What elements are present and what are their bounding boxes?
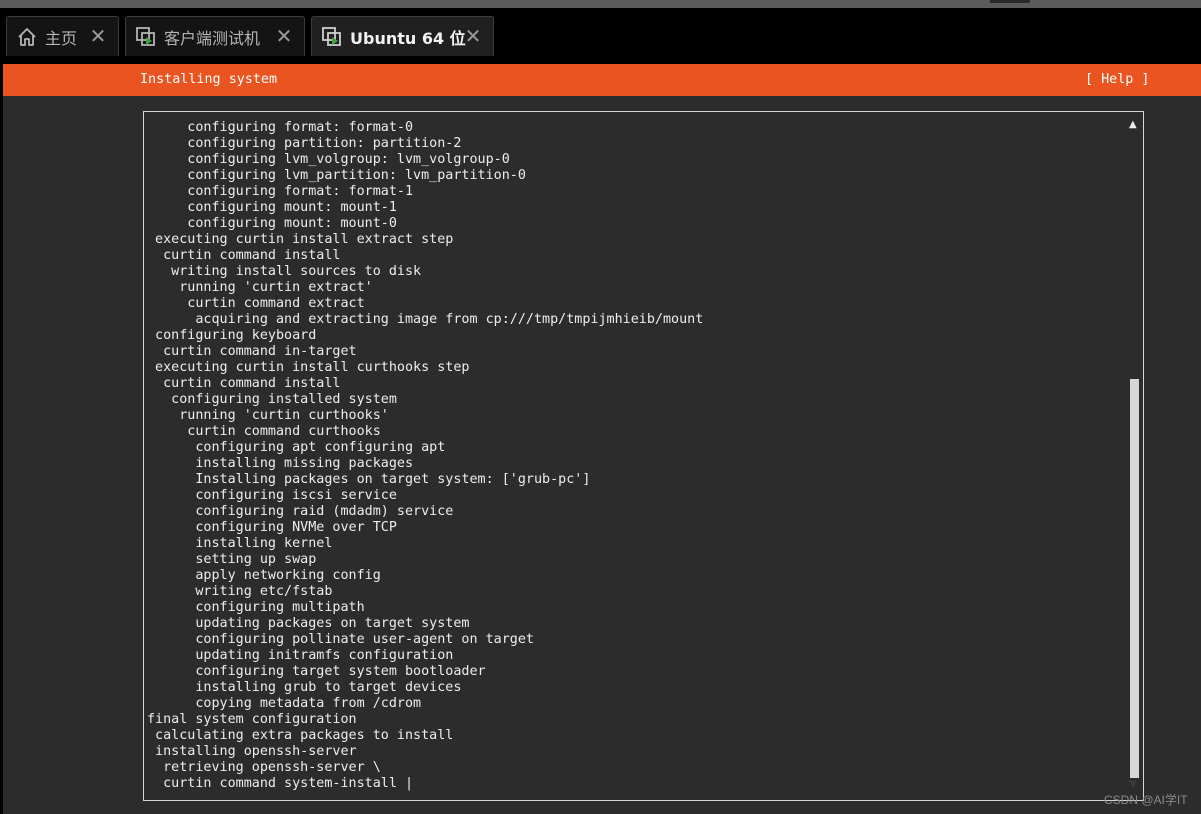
window-top-strip <box>0 0 1201 8</box>
log-line: final system configuration <box>147 712 357 727</box>
vm-running-icon <box>320 25 344 49</box>
close-icon[interactable]: ✕ <box>274 26 294 46</box>
help-button[interactable]: [ Help ] <box>1085 72 1150 87</box>
tab-ubuntu-64[interactable]: Ubuntu 64 位 ✕ <box>311 16 494 56</box>
log-line: configuring raid (mdadm) service <box>147 504 454 519</box>
tab-bar: 主页 ✕ 客户端测试机 ✕ Ubuntu 64 位 ✕ <box>0 8 1201 64</box>
log-line: curtin command extract <box>147 296 365 311</box>
log-line: configuring NVMe over TCP <box>147 520 397 535</box>
log-line: curtin command install <box>147 248 341 263</box>
log-line: executing curtin install extract step <box>147 232 454 247</box>
log-line: configuring format: format-1 <box>147 184 414 199</box>
log-line: running 'curtin extract' <box>147 280 373 295</box>
tab-home-label: 主页 <box>45 28 78 48</box>
log-line: configuring format: format-0 <box>147 120 414 135</box>
log-line: configuring partition: partition-2 <box>147 136 462 151</box>
installer-header: Installing system [ Help ] <box>3 64 1201 96</box>
log-line: updating packages on target system <box>147 616 470 631</box>
log-line: Installing packages on target system: ['… <box>147 472 591 487</box>
log-line: configuring iscsi service <box>147 488 397 503</box>
log-line: installing openssh-server <box>147 744 357 759</box>
tab-home[interactable]: 主页 ✕ <box>6 16 119 56</box>
close-icon[interactable]: ✕ <box>88 26 108 46</box>
installer-title: Installing system <box>140 72 278 87</box>
log-line: installing kernel <box>147 536 333 551</box>
log-line: writing etc/fstab <box>147 584 333 599</box>
log-line: acquiring and extracting image from cp:/… <box>147 312 704 327</box>
log-line: configuring mount: mount-0 <box>147 216 397 231</box>
install-log-box: configuring format: format-0 configuring… <box>143 111 1144 801</box>
log-line: configuring mount: mount-1 <box>147 200 397 215</box>
scrollbar-thumb[interactable] <box>1130 379 1139 778</box>
tab-client-test-machine[interactable]: 客户端测试机 ✕ <box>125 16 305 56</box>
log-line: configuring pollinate user-agent on targ… <box>147 632 534 647</box>
scroll-down-arrow-icon[interactable]: ▼ <box>1129 780 1137 790</box>
log-line: apply networking config <box>147 568 381 583</box>
home-icon <box>15 25 39 49</box>
vm-icon <box>134 25 158 49</box>
scroll-up-arrow-icon[interactable]: ▲ <box>1129 120 1137 130</box>
log-line: retrieving openssh-server \ <box>147 760 381 775</box>
install-log: configuring format: format-0 configuring… <box>147 120 703 792</box>
log-line: installing grub to target devices <box>147 680 462 695</box>
tab-client-label: 客户端测试机 <box>164 28 261 48</box>
log-line: setting up swap <box>147 552 317 567</box>
log-line: curtin command in-target <box>147 344 357 359</box>
log-line: curtin command install <box>147 376 341 391</box>
log-line: configuring multipath <box>147 600 365 615</box>
log-line: running 'curtin curthooks' <box>147 408 389 423</box>
watermark: CSDN @AI学IT <box>1104 793 1188 807</box>
log-line: updating initramfs configuration <box>147 648 454 663</box>
log-line: installing missing packages <box>147 456 414 471</box>
log-line: copying metadata from /cdrom <box>147 696 422 711</box>
log-line: configuring keyboard <box>147 328 317 343</box>
vm-console[interactable]: Installing system [ Help ] configuring f… <box>3 64 1201 814</box>
log-line: curtin command curthooks <box>147 424 381 439</box>
log-line: curtin command system-install | <box>147 776 414 791</box>
scrollbar-track[interactable] <box>1130 134 1139 778</box>
tab-ubuntu-label: Ubuntu 64 位 <box>350 28 466 48</box>
log-line: configuring lvm_volgroup: lvm_volgroup-0 <box>147 152 510 167</box>
log-line: configuring target system bootloader <box>147 664 486 679</box>
log-line: writing install sources to disk <box>147 264 422 279</box>
log-line: configuring installed system <box>147 392 397 407</box>
log-line: calculating extra packages to install <box>147 728 454 743</box>
log-line: executing curtin install curthooks step <box>147 360 470 375</box>
close-icon[interactable]: ✕ <box>463 26 483 46</box>
log-line: configuring apt configuring apt <box>147 440 446 455</box>
log-line: configuring lvm_partition: lvm_partition… <box>147 168 526 183</box>
